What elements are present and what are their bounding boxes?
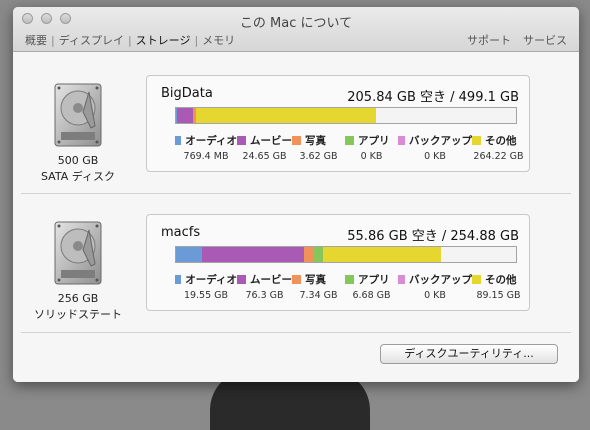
legend-item-movies: ムービー 24.65 GB [237,133,292,162]
tab-memory[interactable]: メモリ [199,32,238,48]
footer-divider [21,332,571,333]
legend-value-photos: 3.62 GB [299,151,338,162]
swatch-backups [398,275,405,284]
swatch-photos [292,136,301,145]
legend-item-other: その他 264.22 GB [472,133,525,162]
tab-displays[interactable]: ディスプレイ [56,32,127,48]
legend-value-movies: 76.3 GB [245,290,284,301]
swatch-audio [175,275,182,284]
hard-drive-icon [54,83,102,147]
usage-segment-movies [176,108,194,123]
usage-segment-other [322,247,442,262]
legend-item-other: その他 89.15 GB [472,272,525,301]
hard-drive-icon [54,221,102,285]
legend-item-apps: アプリ 0 KB [345,133,398,162]
service-link[interactable]: サービス [523,32,567,48]
storage-content: 500 GB SATA ディスク BigData 205.84 GB 空き / … [13,52,579,382]
legend-value-movies: 24.65 GB [242,151,287,162]
disk-icon-group: 500 GB SATA ディスク [13,82,143,184]
legend-label-movies: ムービー [250,274,292,286]
legend-item-backups: バックアップ 0 KB [398,272,472,301]
swatch-movies [237,136,246,145]
disk-utility-button[interactable]: ディスクユーティリティ... [380,344,558,364]
swatch-audio [175,136,182,145]
volume-capacity: 205.84 GB 空き / 499.1 GB [347,90,519,105]
legend-item-audio: オーディオ 769.4 MB [175,133,237,162]
usage-segment-other [195,108,376,123]
storage-legend: オーディオ 19.55 GB ムービー 76.3 GB 写真 7.34 GB ア… [175,272,525,301]
legend-value-backups: 0 KB [424,151,446,162]
swatch-other [472,275,481,284]
usage-segment-movies [202,247,304,262]
volume-capacity: 55.86 GB 空き / 254.88 GB [347,229,519,244]
disk-capacity-label: 500 GB [57,154,99,167]
legend-label-backups: バックアップ [409,135,472,147]
swatch-apps [345,275,354,284]
usage-segment-apps [313,247,323,262]
volume-panel-bigdata: BigData 205.84 GB 空き / 499.1 GB オーディオ 76… [146,75,530,172]
swatch-apps [345,136,354,145]
legend-label-apps: アプリ [358,135,390,147]
tab-overview[interactable]: 概要 [22,32,50,48]
legend-label-apps: アプリ [358,274,390,286]
legend-label-audio: オーディオ [185,274,237,286]
legend-item-backups: バックアップ 0 KB [398,133,472,162]
legend-label-audio: オーディオ [185,135,237,147]
legend-label-other: その他 [485,135,517,147]
storage-usage-bar [175,107,517,124]
legend-label-backups: バックアップ [409,274,472,286]
storage-legend: オーディオ 769.4 MB ムービー 24.65 GB 写真 3.62 GB … [175,133,525,162]
disk-divider [21,193,571,194]
legend-item-photos: 写真 3.62 GB [292,133,345,162]
legend-item-photos: 写真 7.34 GB [292,272,345,301]
legend-value-apps: 6.68 GB [352,290,391,301]
window-toolbar: この Mac について 概要 | ディスプレイ | ストレージ | メモリ サポ… [13,7,579,52]
about-this-mac-window: この Mac について 概要 | ディスプレイ | ストレージ | メモリ サポ… [13,7,579,382]
legend-value-audio: 19.55 GB [183,290,229,301]
swatch-movies [237,275,246,284]
legend-label-movies: ムービー [250,135,292,147]
legend-item-audio: オーディオ 19.55 GB [175,272,237,301]
legend-value-apps: 0 KB [360,151,383,162]
support-link[interactable]: サポート [467,32,511,48]
legend-value-audio: 769.4 MB [183,151,229,162]
legend-item-apps: アプリ 6.68 GB [345,272,398,301]
storage-usage-bar [175,246,517,263]
legend-value-other: 89.15 GB [476,290,521,301]
window-title: この Mac について [239,16,353,31]
swatch-other [472,136,481,145]
legend-label-other: その他 [485,274,517,286]
legend-label-photos: 写真 [305,274,326,286]
disk-capacity-label: 256 GB [57,292,99,305]
legend-value-photos: 7.34 GB [299,290,338,301]
legend-value-other: 264.22 GB [473,151,524,162]
toolbar-links: サポート サービス [467,32,567,48]
volume-panel-macfs: macfs 55.86 GB 空き / 254.88 GB オーディオ 19.5… [146,214,530,311]
usage-segment-photos [303,247,314,262]
legend-value-backups: 0 KB [424,290,446,301]
legend-label-photos: 写真 [305,135,326,147]
volume-name: macfs [161,225,201,240]
tab-storage[interactable]: ストレージ [133,32,194,48]
swatch-photos [292,275,301,284]
usage-segment-audio [176,247,203,262]
tab-bar: 概要 | ディスプレイ | ストレージ | メモリ [22,32,238,48]
volume-name: BigData [161,86,213,101]
swatch-backups [398,136,405,145]
disk-type-label: SATA ディスク [41,170,115,183]
disk-icon-group: 256 GB ソリッドステート [13,220,143,322]
legend-item-movies: ムービー 76.3 GB [237,272,292,301]
disk-type-label: ソリッドステート [34,308,122,321]
